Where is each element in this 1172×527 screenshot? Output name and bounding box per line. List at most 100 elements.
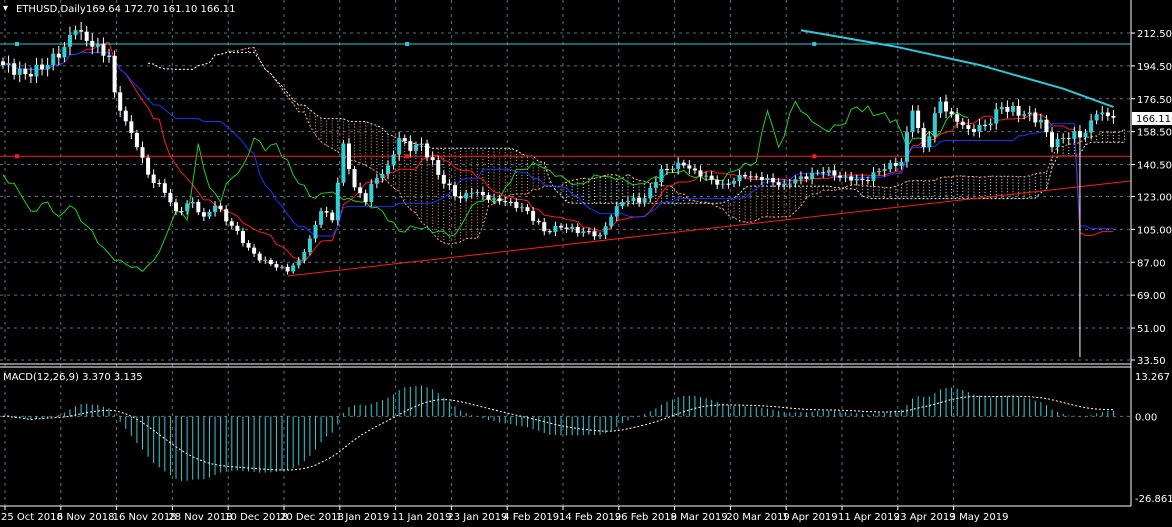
candle-bear [179, 211, 184, 213]
candle-bull [185, 203, 190, 212]
candle-bear [129, 121, 134, 133]
candle-bull [676, 162, 681, 169]
candle-bear [849, 176, 854, 181]
candle-bull [492, 198, 497, 200]
candle-bear [665, 169, 670, 171]
candle-bear [536, 220, 541, 223]
candle-bear [1111, 115, 1116, 118]
date-tick-label: 26 Feb 2019 [615, 512, 677, 523]
candle-bear [252, 247, 257, 254]
candle-bull [280, 266, 284, 268]
candle-bear [949, 111, 954, 115]
ichimoku-cloud [147, 46, 1126, 245]
line-anchor-marker [405, 154, 410, 159]
candle-bear [983, 124, 988, 126]
candle-bear [157, 183, 162, 185]
candle-bear [514, 201, 519, 208]
price-tick-label: 176.50 [1137, 95, 1172, 106]
candle-bull [704, 175, 709, 177]
candle-bear [960, 121, 965, 126]
candle-bull [1022, 114, 1027, 116]
indicator-lines [0, 29, 1131, 277]
candle-bear [285, 266, 290, 272]
candle-bear [330, 212, 335, 221]
candle-bear [637, 197, 642, 203]
candle-bull [469, 192, 474, 194]
date-tick-label: 10 Dec 2018 [224, 512, 288, 523]
candle-bear [709, 175, 714, 180]
candle-bear [525, 207, 530, 212]
candle-bull [296, 260, 301, 266]
candle-bull [826, 170, 831, 173]
price-tick-label: 212.50 [1137, 29, 1172, 40]
candle-bear [107, 55, 112, 57]
date-tick-label: 23 Apr 2019 [894, 512, 956, 523]
candle-bear [1033, 112, 1038, 123]
candle-bull [397, 138, 402, 155]
date-tick-label: 20 Mar 2019 [726, 512, 789, 523]
candle-bull [815, 172, 820, 174]
candle-bull [810, 172, 815, 180]
candle-bull [620, 201, 625, 207]
date-tick-label: 1 Jan 2019 [336, 512, 390, 523]
current-price-label: 166.11 [1136, 114, 1171, 125]
candle-bear [118, 92, 123, 111]
candle-bear [84, 31, 89, 41]
candle-bull [598, 234, 603, 237]
candle-bull [51, 53, 56, 65]
candle-bear [486, 195, 491, 200]
candle-bull [1100, 112, 1105, 115]
candle-bear [804, 176, 809, 180]
candle-bull [932, 113, 937, 137]
candle-bull [877, 171, 882, 173]
candle-bull [938, 101, 943, 114]
candle-bear [916, 110, 921, 128]
candle-bull [6, 63, 11, 65]
macd-tick-label: -26.861 [1135, 494, 1172, 505]
price-chart[interactable]: 212.50 194.50 176.50 158.50 140.50 123.00 105.… [0, 0, 1172, 527]
candle-bull [34, 64, 39, 77]
candle-bear [56, 53, 61, 58]
candle-bear [687, 165, 692, 169]
kijun-sen-line [2, 52, 1114, 237]
candle-bear [430, 157, 435, 161]
candle-bull [341, 143, 346, 183]
candle-bear [754, 176, 759, 178]
candle-bear [28, 74, 33, 77]
candle-bear [79, 30, 84, 32]
candle-bear [832, 170, 837, 176]
candle-bear [257, 253, 262, 261]
macd-tick-label: 0.00 [1135, 412, 1157, 423]
candle-bear [838, 175, 842, 178]
date-tick-label: 8 Mar 2019 [671, 512, 728, 523]
candle-bear [101, 44, 106, 56]
line-anchor-marker [14, 41, 19, 46]
candle-bear [168, 192, 173, 203]
candle-bear [441, 174, 446, 184]
candle-bull [73, 30, 78, 35]
senkou-span-a [147, 46, 1125, 245]
candle-bear [1066, 138, 1071, 140]
price-tick-label: 51.00 [1137, 324, 1166, 335]
candle-bear [1044, 119, 1049, 133]
candle-bear [218, 205, 223, 210]
date-tick-label: 1 Apr 2019 [782, 512, 837, 523]
candle-bear [146, 157, 151, 175]
candle-bull [307, 238, 312, 253]
candle-bull [319, 211, 324, 225]
candle-bear [743, 174, 748, 177]
price-tick-label: 87.00 [1137, 258, 1166, 269]
date-tick-label: 23 Jan 2019 [447, 512, 507, 523]
candle-bull [854, 178, 859, 181]
candle-bear [1016, 105, 1021, 116]
candle-bull [1072, 131, 1077, 139]
candle-bull [475, 191, 480, 193]
candle-bull [603, 226, 608, 235]
collapse-arrow-icon[interactable]: ▾ [3, 3, 8, 14]
candle-bull [207, 211, 212, 217]
candle-bear [497, 198, 502, 202]
macd-tick-label: 13.267 [1135, 372, 1170, 383]
candle-bull [625, 201, 630, 203]
candle-bear [425, 143, 430, 158]
price-tick-label: 33.50 [1137, 356, 1166, 367]
